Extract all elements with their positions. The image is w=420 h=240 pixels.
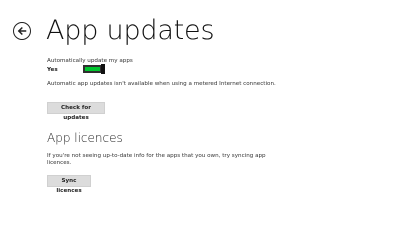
auto-update-label: Automatically update my apps [47, 58, 133, 64]
auto-update-toggle[interactable] [83, 64, 105, 74]
metered-connection-note: Automatic app updates isn't available wh… [47, 81, 276, 87]
toggle-fill [85, 67, 100, 71]
page-title: App updates [46, 15, 215, 46]
toggle-thumb[interactable] [101, 64, 105, 74]
back-button[interactable] [13, 22, 31, 40]
auto-update-state: Yes [47, 67, 58, 73]
back-arrow-icon [17, 26, 27, 36]
app-licences-heading: App licences [47, 131, 123, 145]
sync-licences-button[interactable]: Sync licences [47, 175, 91, 194]
app-licences-description: If you're not seeing up-to-date info for… [47, 153, 266, 166]
check-for-updates-button[interactable]: Check for updates [47, 102, 105, 121]
